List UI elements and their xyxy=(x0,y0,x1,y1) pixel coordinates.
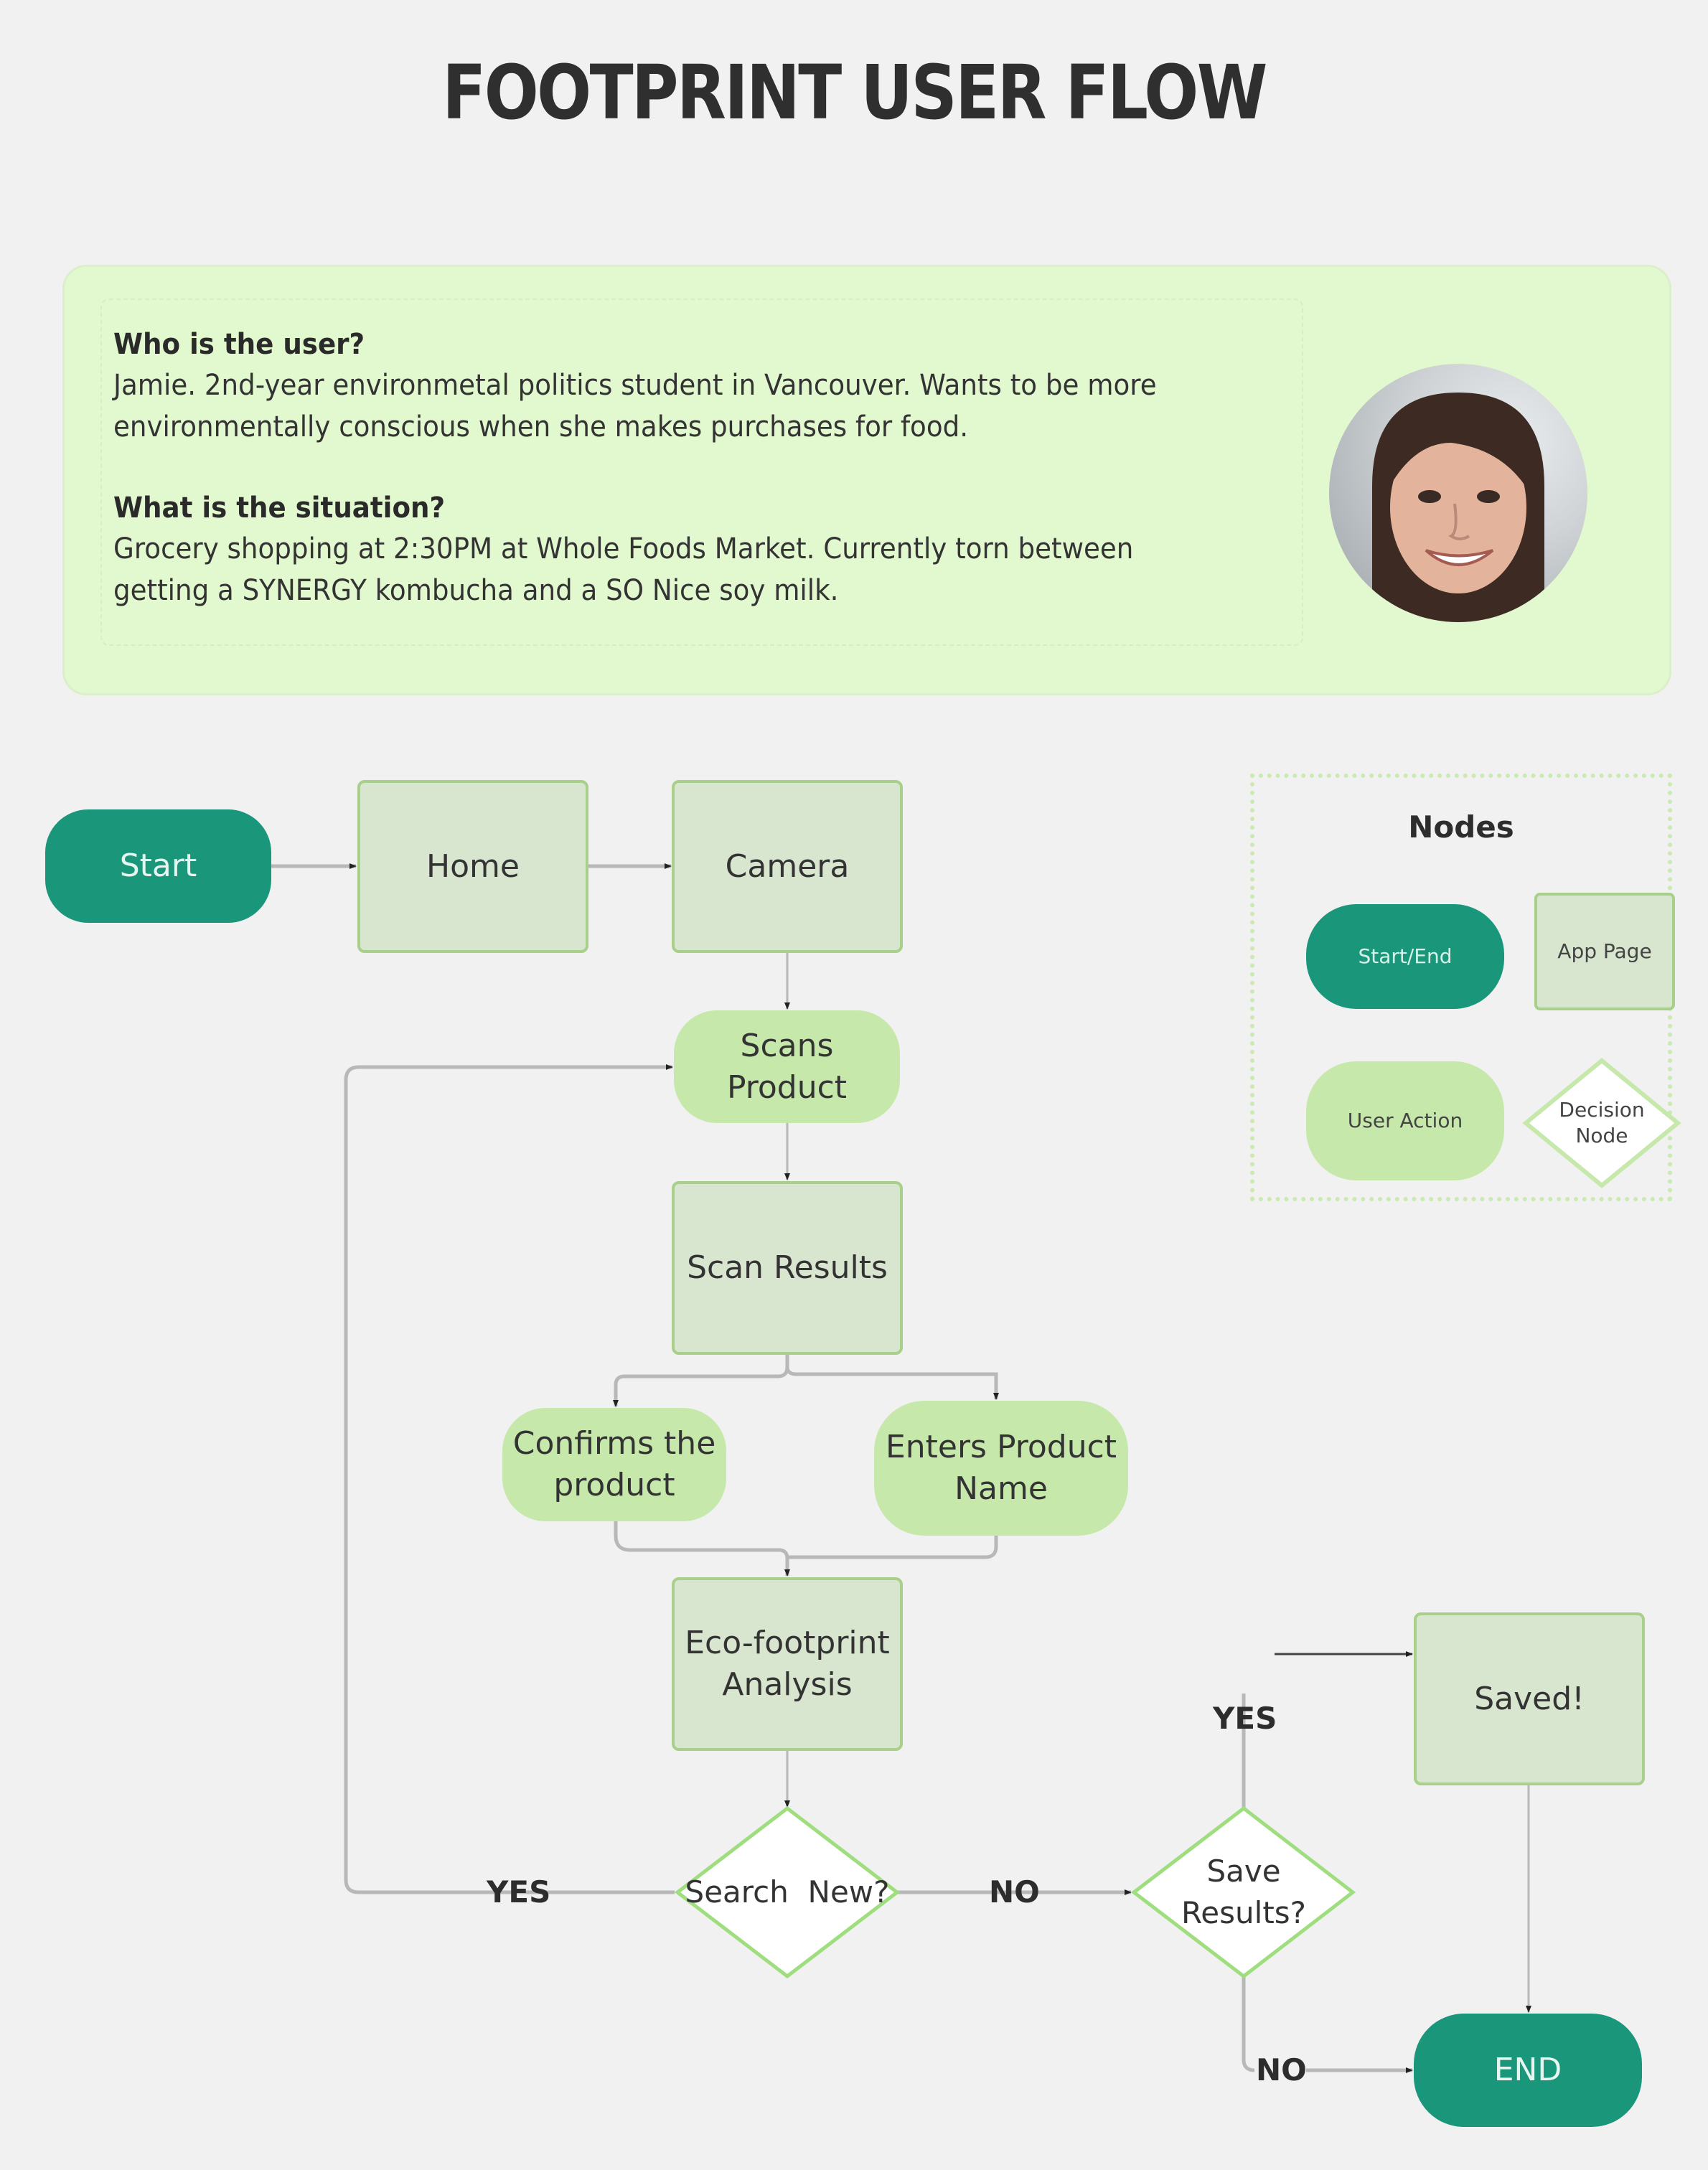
legend-start-end-label: Start/End xyxy=(1358,944,1453,968)
node-eco-label: Eco-footprint Analysis xyxy=(685,1625,890,1703)
edge-label-search-yes: YES xyxy=(487,1874,551,1910)
legend-start-end: Start/End xyxy=(1306,904,1504,1009)
edge-label-save-no: NO xyxy=(1256,2052,1307,2087)
legend-decision-label: Decision Node xyxy=(1559,1098,1645,1147)
legend-app-page: App Page xyxy=(1534,893,1675,1010)
edge-label-search-no: NO xyxy=(989,1874,1040,1910)
node-confirms-label: Confirms the product xyxy=(512,1425,716,1503)
edge-results-enters xyxy=(785,1353,999,1400)
node-scans-product-label: Scans Product xyxy=(726,1027,848,1106)
legend: Nodes Start/End App Page User Action Dec… xyxy=(1250,774,1681,1201)
node-save-results-label: Save Results? xyxy=(1181,1854,1306,1930)
legend-title: Nodes xyxy=(1408,809,1514,845)
node-enters-label: Enters Product Name xyxy=(885,1429,1117,1507)
node-end-label: END xyxy=(1493,2052,1562,2088)
node-camera-label: Camera xyxy=(725,847,850,885)
legend-user-action-label: User Action xyxy=(1347,1109,1463,1132)
node-saved-label: Saved! xyxy=(1474,1680,1585,1717)
edge-label-save-yes: YES xyxy=(1213,1701,1277,1736)
node-scan-results-label: Scan Results xyxy=(687,1249,888,1286)
edge-save-no xyxy=(1242,1976,1255,2072)
edge-enters-eco xyxy=(787,1536,998,1559)
legend-app-page-label: App Page xyxy=(1557,939,1652,963)
node-start-label: Start xyxy=(119,847,197,884)
legend-user-action: User Action xyxy=(1306,1061,1504,1180)
node-search-new-label: Search New? xyxy=(685,1874,890,1910)
node-home-label: Home xyxy=(426,847,520,885)
edge-confirms-eco xyxy=(614,1521,790,1577)
edge-results-confirms xyxy=(613,1353,789,1407)
